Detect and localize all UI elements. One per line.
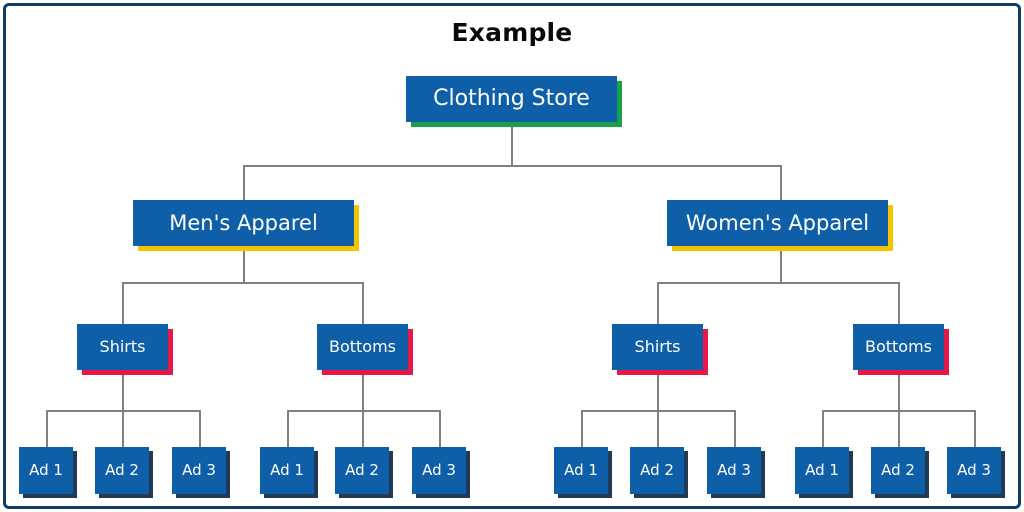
connector-to-womens-bottoms: [898, 282, 900, 324]
page-title: Example: [451, 18, 573, 47]
node-clothing-store[interactable]: Clothing Store: [406, 76, 617, 122]
diagram-canvas: Example Clothing Store Men's Apparel Wom…: [0, 0, 1024, 512]
connector-mens-down: [243, 246, 245, 283]
connector-mens-shirts-ad2: [122, 410, 124, 447]
node-ad-mens-shirts-2[interactable]: Ad 2: [95, 447, 149, 494]
connector-womens-shirts-ad2: [657, 410, 659, 447]
node-ad-mens-bottoms-1[interactable]: Ad 1: [260, 447, 314, 494]
node-ad-mens-shirts-1[interactable]: Ad 1: [19, 447, 73, 494]
connector-womens-shirts-down: [657, 370, 659, 411]
connector-womens-bottoms-down: [898, 370, 900, 411]
connector-mens-bottoms-ad1: [287, 410, 289, 447]
node-ad-mens-shirts-3[interactable]: Ad 3: [172, 447, 226, 494]
node-womens-bottoms[interactable]: Bottoms: [853, 324, 944, 370]
connector-womens-bus: [657, 282, 900, 284]
node-ad-womens-bottoms-1[interactable]: Ad 1: [795, 447, 849, 494]
connector-womens-shirts-ad1: [581, 410, 583, 447]
node-ad-womens-shirts-2[interactable]: Ad 2: [630, 447, 684, 494]
connector-womens-bottoms-ad2: [898, 410, 900, 447]
connector-root-down: [511, 122, 513, 166]
connector-mens-bottoms-down: [362, 370, 364, 411]
node-ad-womens-shirts-3[interactable]: Ad 3: [707, 447, 761, 494]
node-womens-apparel[interactable]: Women's Apparel: [667, 200, 888, 246]
connector-womens-bottoms-ad3: [974, 410, 976, 447]
connector-mens-bottoms-ad3: [439, 410, 441, 447]
node-ad-womens-bottoms-2[interactable]: Ad 2: [871, 447, 925, 494]
connector-to-mens-bottoms: [362, 282, 364, 324]
node-ad-mens-bottoms-3[interactable]: Ad 3: [412, 447, 466, 494]
connector-mens-shirts-ad3: [199, 410, 201, 447]
node-mens-shirts[interactable]: Shirts: [77, 324, 168, 370]
connector-level2-bus: [243, 165, 782, 167]
connector-womens-bottoms-ad1: [822, 410, 824, 447]
connector-to-mens: [243, 165, 245, 201]
connector-to-mens-shirts: [122, 282, 124, 324]
node-womens-shirts[interactable]: Shirts: [612, 324, 703, 370]
connector-mens-shirts-ad1: [46, 410, 48, 447]
connector-womens-shirts-ad3: [734, 410, 736, 447]
node-mens-bottoms[interactable]: Bottoms: [317, 324, 408, 370]
connector-womens-down: [780, 246, 782, 283]
connector-to-womens-shirts: [657, 282, 659, 324]
connector-to-womens: [780, 165, 782, 201]
node-ad-womens-bottoms-3[interactable]: Ad 3: [947, 447, 1001, 494]
connector-mens-bottoms-ad2: [362, 410, 364, 447]
node-ad-womens-shirts-1[interactable]: Ad 1: [554, 447, 608, 494]
node-ad-mens-bottoms-2[interactable]: Ad 2: [335, 447, 389, 494]
connector-mens-bus: [122, 282, 364, 284]
node-mens-apparel[interactable]: Men's Apparel: [133, 200, 354, 246]
connector-mens-shirts-down: [122, 370, 124, 411]
